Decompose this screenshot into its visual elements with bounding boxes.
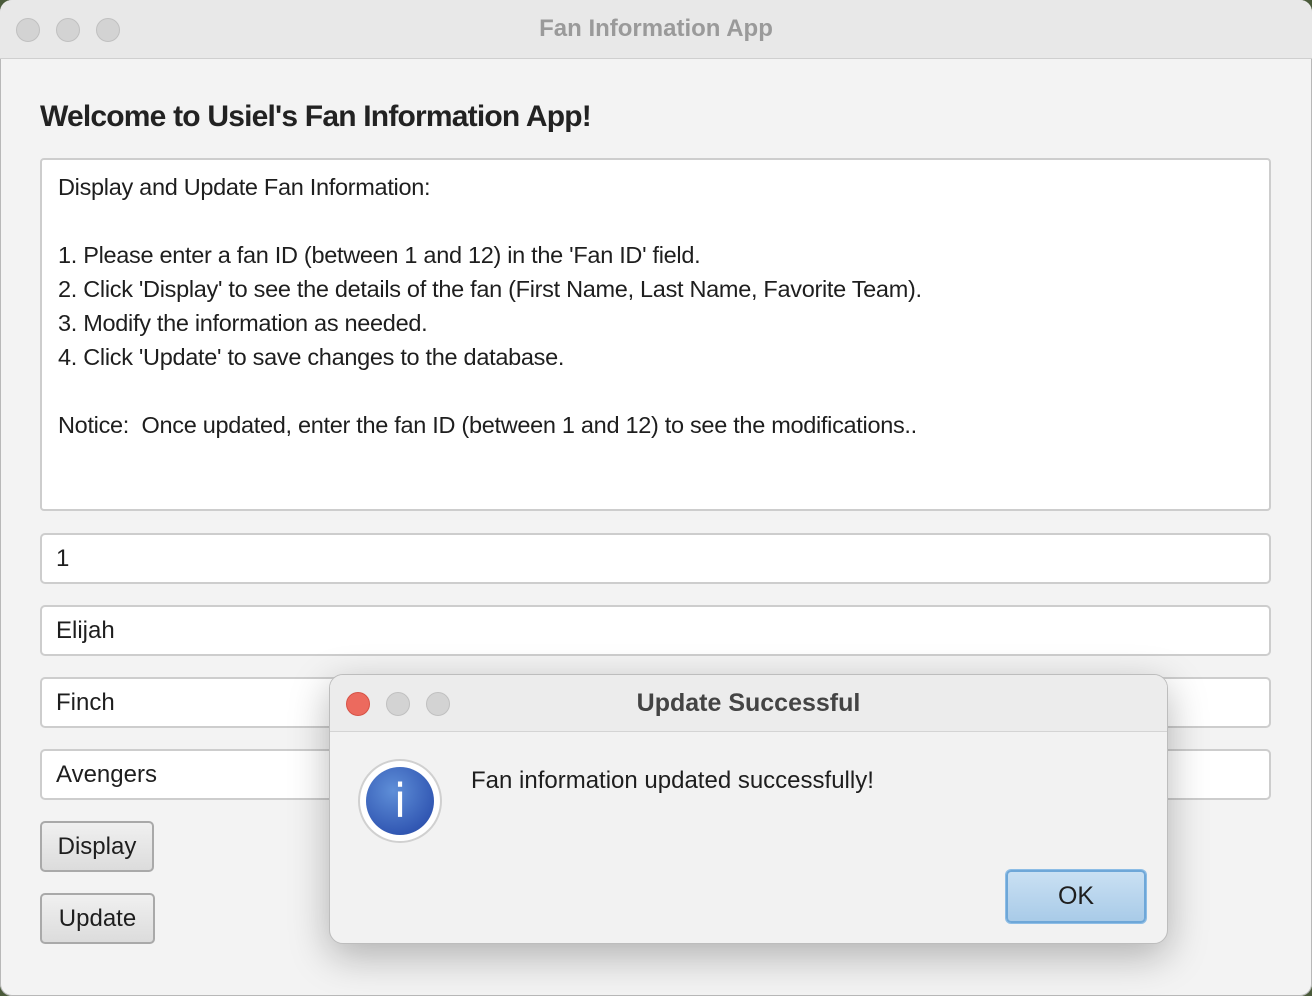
dialog-title: Update Successful <box>636 689 861 717</box>
ok-button[interactable]: OK <box>1006 870 1146 923</box>
update-successful-dialog: Update Successful i Fan information upda… <box>329 674 1168 944</box>
display-button[interactable]: Display <box>40 821 154 872</box>
info-icon: i <box>358 759 442 843</box>
page-title: Welcome to Usiel's Fan Information App! <box>40 100 592 133</box>
window-titlebar[interactable]: Fan Information App <box>0 0 1312 59</box>
fan-id-field[interactable]: 1 <box>40 533 1271 584</box>
dialog-message: Fan information updated successfully! <box>471 767 874 794</box>
instructions-text-area[interactable]: Display and Update Fan Information: 1. P… <box>40 158 1271 511</box>
dialog-titlebar[interactable]: Update Successful <box>330 675 1167 732</box>
window-title: Fan Information App <box>539 15 773 42</box>
info-icon-glyph: i <box>366 767 434 835</box>
update-button[interactable]: Update <box>40 893 155 944</box>
first-name-field[interactable]: Elijah <box>40 605 1271 656</box>
